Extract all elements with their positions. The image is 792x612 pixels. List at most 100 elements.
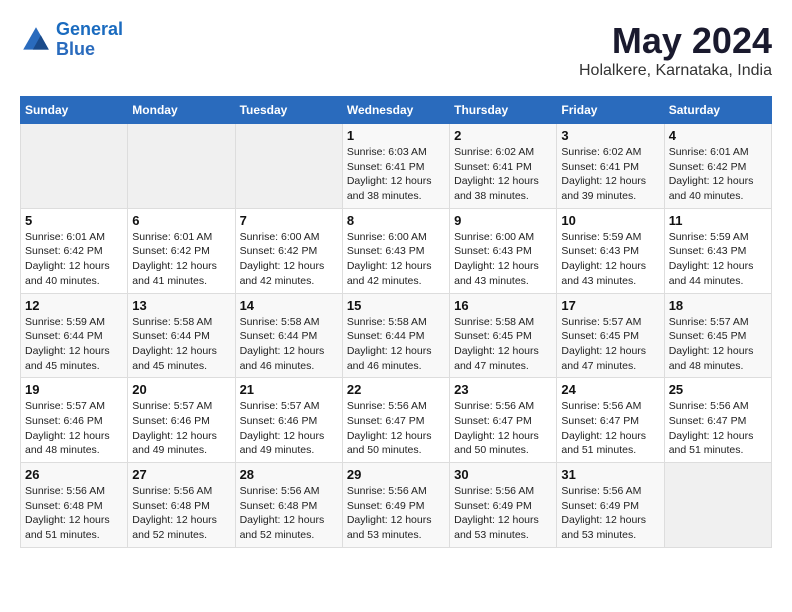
calendar-cell: 20 Sunrise: 5:57 AM Sunset: 6:46 PM Dayli… [128,378,235,463]
calendar-cell: 19 Sunrise: 5:57 AM Sunset: 6:46 PM Dayli… [21,378,128,463]
logo-icon [20,24,52,56]
day-number: 17 [561,298,659,313]
day-info: Sunrise: 6:00 AM Sunset: 6:43 PM Dayligh… [347,230,445,289]
day-info: Sunrise: 6:00 AM Sunset: 6:42 PM Dayligh… [240,230,338,289]
calendar-row: 5 Sunrise: 6:01 AM Sunset: 6:42 PM Daylig… [21,208,772,293]
day-number: 21 [240,382,338,397]
day-number: 23 [454,382,552,397]
day-number: 4 [669,128,767,143]
calendar-cell: 7 Sunrise: 6:00 AM Sunset: 6:42 PM Daylig… [235,208,342,293]
calendar-cell: 9 Sunrise: 6:00 AM Sunset: 6:43 PM Daylig… [450,208,557,293]
day-number: 2 [454,128,552,143]
calendar-cell: 17 Sunrise: 5:57 AM Sunset: 6:45 PM Dayli… [557,293,664,378]
day-number: 20 [132,382,230,397]
calendar-cell: 30Sunrise: 5:56 AM Sunset: 6:49 PM Dayli… [450,463,557,548]
day-number: 15 [347,298,445,313]
calendar-cell: 29Sunrise: 5:56 AM Sunset: 6:49 PM Dayli… [342,463,449,548]
day-info: Sunrise: 6:01 AM Sunset: 6:42 PM Dayligh… [25,230,123,289]
day-info: Sunrise: 5:57 AM Sunset: 6:46 PM Dayligh… [25,399,123,458]
day-number: 18 [669,298,767,313]
calendar-cell: 25Sunrise: 5:56 AM Sunset: 6:47 PM Dayli… [664,378,771,463]
day-number: 31 [561,467,659,482]
day-info: Sunrise: 5:57 AM Sunset: 6:45 PM Dayligh… [669,315,767,374]
day-info: Sunrise: 5:59 AM Sunset: 6:43 PM Dayligh… [561,230,659,289]
day-number: 11 [669,213,767,228]
calendar-cell: 5 Sunrise: 6:01 AM Sunset: 6:42 PM Daylig… [21,208,128,293]
header-day: Tuesday [235,97,342,124]
header-day: Friday [557,97,664,124]
day-info: Sunrise: 5:56 AM Sunset: 6:49 PM Dayligh… [454,484,552,543]
calendar-cell: 31 Sunrise: 5:56 AM Sunset: 6:49 PM Dayli… [557,463,664,548]
day-info: Sunrise: 5:57 AM Sunset: 6:45 PM Dayligh… [561,315,659,374]
calendar-cell: 12Sunrise: 5:59 AM Sunset: 6:44 PM Dayli… [21,293,128,378]
calendar-header: SundayMondayTuesdayWednesdayThursdayFrid… [21,97,772,124]
day-info: Sunrise: 5:56 AM Sunset: 6:48 PM Dayligh… [132,484,230,543]
day-number: 6 [132,213,230,228]
day-info: Sunrise: 5:56 AM Sunset: 6:49 PM Dayligh… [347,484,445,543]
calendar-cell: 10 Sunrise: 5:59 AM Sunset: 6:43 PM Dayli… [557,208,664,293]
header-day: Thursday [450,97,557,124]
day-number: 7 [240,213,338,228]
day-info: Sunrise: 5:57 AM Sunset: 6:46 PM Dayligh… [240,399,338,458]
calendar-body: 1 Sunrise: 6:03 AM Sunset: 6:41 PM Daylig… [21,124,772,548]
calendar-row: 12Sunrise: 5:59 AM Sunset: 6:44 PM Dayli… [21,293,772,378]
day-info: Sunrise: 6:00 AM Sunset: 6:43 PM Dayligh… [454,230,552,289]
day-number: 27 [132,467,230,482]
day-number: 22 [347,382,445,397]
subtitle: Holalkere, Karnataka, India [579,62,772,80]
calendar-cell: 4 Sunrise: 6:01 AM Sunset: 6:42 PM Daylig… [664,124,771,209]
day-info: Sunrise: 5:58 AM Sunset: 6:44 PM Dayligh… [347,315,445,374]
day-info: Sunrise: 5:56 AM Sunset: 6:47 PM Dayligh… [347,399,445,458]
day-number: 8 [347,213,445,228]
calendar-cell: 2 Sunrise: 6:02 AM Sunset: 6:41 PM Daylig… [450,124,557,209]
calendar-cell: 13Sunrise: 5:58 AM Sunset: 6:44 PM Dayli… [128,293,235,378]
calendar-cell: 8 Sunrise: 6:00 AM Sunset: 6:43 PM Daylig… [342,208,449,293]
title-block: May 2024 Holalkere, Karnataka, India [579,20,772,80]
page-header: General Blue May 2024 Holalkere, Karnata… [20,20,772,80]
calendar-cell: 15 Sunrise: 5:58 AM Sunset: 6:44 PM Dayli… [342,293,449,378]
calendar-row: 19 Sunrise: 5:57 AM Sunset: 6:46 PM Dayli… [21,378,772,463]
calendar-cell: 27 Sunrise: 5:56 AM Sunset: 6:48 PM Dayli… [128,463,235,548]
day-info: Sunrise: 5:56 AM Sunset: 6:47 PM Dayligh… [454,399,552,458]
day-number: 28 [240,467,338,482]
calendar-cell [664,463,771,548]
day-info: Sunrise: 5:58 AM Sunset: 6:44 PM Dayligh… [240,315,338,374]
day-info: Sunrise: 5:56 AM Sunset: 6:48 PM Dayligh… [25,484,123,543]
day-info: Sunrise: 5:59 AM Sunset: 6:43 PM Dayligh… [669,230,767,289]
header-row: SundayMondayTuesdayWednesdayThursdayFrid… [21,97,772,124]
calendar-cell [235,124,342,209]
day-info: Sunrise: 5:56 AM Sunset: 6:49 PM Dayligh… [561,484,659,543]
day-number: 10 [561,213,659,228]
calendar-cell [128,124,235,209]
logo: General Blue [20,20,123,60]
header-day: Saturday [664,97,771,124]
calendar-cell: 23 Sunrise: 5:56 AM Sunset: 6:47 PM Dayli… [450,378,557,463]
calendar-row: 1 Sunrise: 6:03 AM Sunset: 6:41 PM Daylig… [21,124,772,209]
day-number: 14 [240,298,338,313]
day-info: Sunrise: 6:02 AM Sunset: 6:41 PM Dayligh… [561,145,659,204]
day-info: Sunrise: 6:03 AM Sunset: 6:41 PM Dayligh… [347,145,445,204]
calendar-cell: 22 Sunrise: 5:56 AM Sunset: 6:47 PM Dayli… [342,378,449,463]
calendar-row: 26 Sunrise: 5:56 AM Sunset: 6:48 PM Dayli… [21,463,772,548]
calendar-cell: 18 Sunrise: 5:57 AM Sunset: 6:45 PM Dayli… [664,293,771,378]
calendar-table: SundayMondayTuesdayWednesdayThursdayFrid… [20,96,772,548]
day-info: Sunrise: 5:58 AM Sunset: 6:44 PM Dayligh… [132,315,230,374]
calendar-cell [21,124,128,209]
day-number: 26 [25,467,123,482]
day-number: 5 [25,213,123,228]
day-number: 1 [347,128,445,143]
day-info: Sunrise: 6:01 AM Sunset: 6:42 PM Dayligh… [132,230,230,289]
day-info: Sunrise: 5:56 AM Sunset: 6:48 PM Dayligh… [240,484,338,543]
calendar-cell: 6 Sunrise: 6:01 AM Sunset: 6:42 PM Daylig… [128,208,235,293]
logo-text: General Blue [56,20,123,60]
day-number: 19 [25,382,123,397]
day-info: Sunrise: 5:59 AM Sunset: 6:44 PM Dayligh… [25,315,123,374]
day-number: 9 [454,213,552,228]
day-info: Sunrise: 6:02 AM Sunset: 6:41 PM Dayligh… [454,145,552,204]
day-number: 24 [561,382,659,397]
day-info: Sunrise: 5:56 AM Sunset: 6:47 PM Dayligh… [561,399,659,458]
calendar-cell: 11 Sunrise: 5:59 AM Sunset: 6:43 PM Dayli… [664,208,771,293]
day-info: Sunrise: 5:57 AM Sunset: 6:46 PM Dayligh… [132,399,230,458]
calendar-cell: 14 Sunrise: 5:58 AM Sunset: 6:44 PM Dayli… [235,293,342,378]
day-info: Sunrise: 6:01 AM Sunset: 6:42 PM Dayligh… [669,145,767,204]
